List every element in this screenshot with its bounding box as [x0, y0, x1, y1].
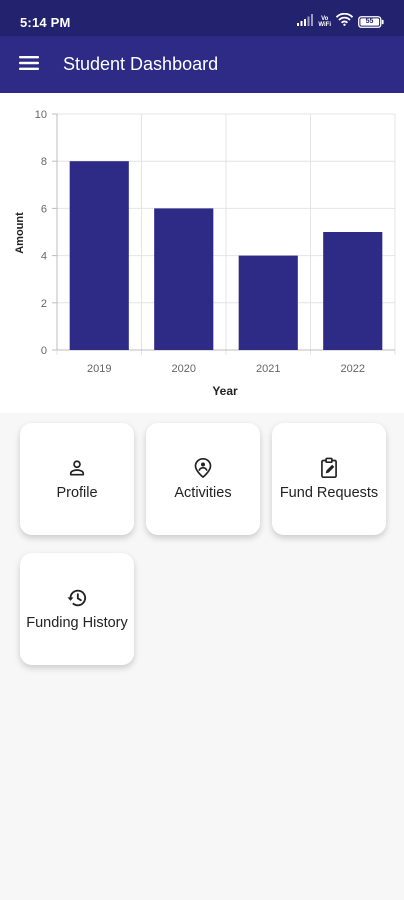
vowifi-bottom: WiFi — [318, 22, 331, 28]
bar-2020 — [154, 208, 214, 350]
y-tick-label: 8 — [41, 156, 47, 168]
profile-tile[interactable]: Profile — [20, 423, 134, 535]
vowifi-icon: Vo WiFi — [318, 16, 331, 28]
status-time: 5:14 PM — [20, 15, 71, 30]
tile-label-profile: Profile — [56, 485, 98, 501]
tile-label-fund-requests: Fund Requests — [279, 485, 379, 501]
wifi-icon — [335, 12, 354, 31]
signal-icon — [297, 13, 314, 31]
history-icon — [66, 587, 88, 609]
clipboard-edit-icon — [318, 457, 340, 479]
status-icons: Vo WiFi 55 — [297, 12, 384, 31]
bar-chart: 0 2 4 6 8 10 2019 2020 2021 2022 Year Amount — [14, 109, 396, 398]
x-tick-label: 2019 — [87, 363, 111, 375]
status-bar: 5:14 PM Vo WiFi 55 — [0, 0, 404, 36]
bar-2022 — [323, 232, 383, 350]
menu-button[interactable] — [14, 50, 44, 80]
y-tick-label: 10 — [35, 109, 47, 121]
y-tick-label: 6 — [41, 203, 47, 215]
person-icon — [66, 457, 88, 479]
battery-icon: 55 — [358, 16, 384, 28]
funding-history-tile[interactable]: Funding History — [20, 553, 134, 665]
menu-icon — [19, 55, 39, 76]
app-bar: Student Dashboard — [0, 36, 404, 93]
tile-label-funding-history: Funding History — [26, 615, 128, 631]
bar-2019 — [69, 161, 129, 350]
chart-card: 0 2 4 6 8 10 2019 2020 2021 2022 Year Amount — [0, 93, 404, 413]
x-tick-label: 2021 — [256, 363, 280, 375]
y-tick-label: 2 — [41, 298, 47, 310]
tile-label-activities: Activities — [174, 485, 232, 501]
y-tick-label: 4 — [41, 251, 47, 263]
activities-tile[interactable]: Activities — [146, 423, 260, 535]
y-tick-label: 0 — [41, 345, 47, 357]
x-tick-label: 2022 — [341, 363, 365, 375]
bar-2021 — [238, 255, 298, 350]
battery-level: 55 — [365, 18, 374, 25]
fund-requests-tile[interactable]: Fund Requests — [272, 423, 386, 535]
location-person-icon — [192, 457, 214, 479]
page-title: Student Dashboard — [63, 54, 219, 74]
x-axis-title: Year — [212, 384, 238, 398]
y-axis-title: Amount — [14, 212, 26, 254]
x-tick-label: 2020 — [172, 363, 196, 375]
